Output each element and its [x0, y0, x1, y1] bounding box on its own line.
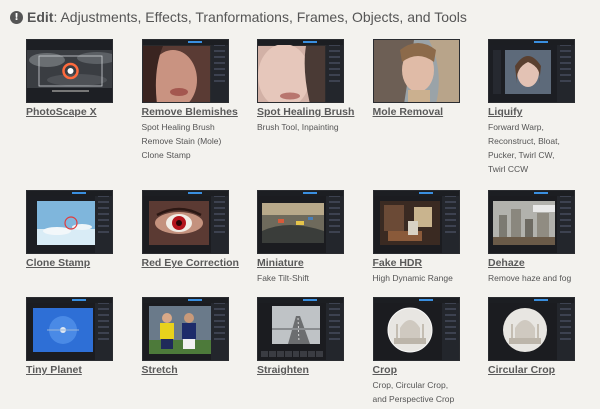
feature-item-miniature: Miniature Fake Tilt-Shift [257, 190, 373, 297]
feature-grid: PhotoScape X Remove Blemishes Spot Heali… [26, 39, 600, 407]
feature-description: Remove haze and fog [488, 273, 572, 283]
feature-link[interactable]: PhotoScape X [26, 105, 142, 119]
panel-icon [326, 298, 343, 360]
panel-icon [95, 191, 112, 253]
feature-description: Brush Tool, Inpainting [257, 122, 339, 132]
panel-icon [557, 40, 574, 102]
woman-portrait-thumbnail[interactable] [372, 39, 460, 103]
feature-link[interactable]: Dehaze [488, 256, 600, 270]
toolbar-icon [489, 191, 574, 196]
panel-icon [557, 191, 574, 253]
toolbar-icon [489, 298, 574, 303]
sky-editor-thumbnail[interactable] [26, 190, 113, 254]
toolbar-icon [258, 298, 343, 303]
panel-icon [557, 298, 574, 360]
feature-link[interactable]: Remove Blemishes [142, 105, 258, 119]
toolbar-icon [373, 191, 459, 196]
toolbar-icon [489, 40, 574, 45]
panel-icon [210, 40, 228, 102]
feature-description: Spot Healing Brush Remove Stain (Mole) Clo… [141, 122, 222, 160]
feature-item-fake-hdr: Fake HDR High Dynamic Range [372, 190, 489, 297]
panel-icon [326, 40, 343, 102]
panel-icon [441, 191, 459, 253]
feature-item-clone-stamp: Clone Stamp [26, 190, 142, 297]
feature-item-tiny-planet: Tiny Planet [26, 297, 142, 407]
feature-description: Fake Tilt-Shift [257, 273, 309, 283]
feature-item-spot-healing-brush: Spot Healing Brush Brush Tool, Inpaintin… [257, 39, 373, 190]
portrait-editor-thumbnail[interactable] [488, 39, 575, 103]
panel-icon [210, 298, 228, 360]
tiny-planet-thumbnail[interactable] [26, 297, 113, 361]
feature-link[interactable]: Clone Stamp [26, 256, 142, 270]
taj-mahal-circle-thumbnail[interactable] [488, 297, 575, 361]
feature-link[interactable]: Mole Removal [373, 105, 489, 119]
panel-icon [441, 298, 459, 360]
info-icon: ! [10, 10, 23, 24]
toolbar-icon [142, 191, 228, 196]
face-closeup-thumbnail[interactable] [257, 39, 344, 103]
feature-item-mole-removal: Mole Removal [372, 39, 489, 190]
taj-mahal-thumbnail[interactable] [372, 297, 460, 361]
foggy-city-thumbnail[interactable] [488, 190, 575, 254]
feature-description: Forward Warp, Reconstruct, Bloat, Pucker, … [488, 122, 560, 174]
feature-link[interactable]: Liquify [488, 105, 600, 119]
miniature-thumbnail[interactable] [257, 190, 344, 254]
feature-item-liquify: Liquify Forward Warp, Reconstruct, Bloat,… [488, 39, 600, 190]
face-closeup-thumbnail[interactable] [141, 39, 229, 103]
toolbar-icon [258, 40, 343, 45]
toolbar-icon [142, 40, 228, 45]
feature-link[interactable]: Crop [373, 363, 489, 377]
feature-link[interactable]: Tiny Planet [26, 363, 142, 377]
soccer-players-thumbnail[interactable] [141, 297, 229, 361]
section-header: ! Edit : Adjustments, Effects, Tranforma… [10, 6, 467, 28]
filmstrip-icon [261, 351, 323, 357]
road-thumbnail[interactable] [257, 297, 344, 361]
toolbar-icon [142, 298, 228, 303]
toolbar-icon [258, 191, 343, 196]
panel-icon [210, 191, 228, 253]
feature-link[interactable]: Spot Healing Brush [257, 105, 373, 119]
toolbar-icon [27, 191, 112, 196]
feature-link[interactable]: Miniature [257, 256, 373, 270]
feature-item-straighten: Straighten [257, 297, 373, 407]
feature-item-crop: Crop Crop, Circular Crop, and Perspective… [372, 297, 489, 407]
toolbar-icon [373, 298, 459, 303]
feature-item-dehaze: Dehaze Remove haze and fog [488, 190, 600, 297]
feature-description: High Dynamic Range [372, 273, 453, 283]
feature-link[interactable]: Fake HDR [373, 256, 489, 270]
toolbar-icon [27, 298, 112, 303]
section-title-rest: : Adjustments, Effects, Tranformations, … [53, 9, 467, 25]
feature-description: Crop, Circular Crop, and Perspective Crop [372, 380, 455, 404]
photoscape-thumbnail[interactable] [26, 39, 113, 103]
feature-link[interactable]: Straighten [257, 363, 373, 377]
feature-item-photoscape-x: PhotoScape X [26, 39, 142, 190]
feature-item-stretch: Stretch [141, 297, 258, 407]
feature-item-remove-blemishes: Remove Blemishes Spot Healing Brush Remov… [141, 39, 258, 190]
feature-item-red-eye-correction: Red Eye Correction [141, 190, 258, 297]
panel-icon [326, 191, 343, 253]
feature-link[interactable]: Red Eye Correction [142, 256, 258, 270]
feature-item-circular-crop: Circular Crop [488, 297, 600, 407]
feature-link[interactable]: Circular Crop [488, 363, 600, 377]
section-title-bold: Edit [27, 9, 54, 25]
panel-icon [95, 298, 112, 360]
hdr-room-thumbnail[interactable] [372, 190, 460, 254]
red-eye-thumbnail[interactable] [141, 190, 229, 254]
feature-link[interactable]: Stretch [142, 363, 258, 377]
